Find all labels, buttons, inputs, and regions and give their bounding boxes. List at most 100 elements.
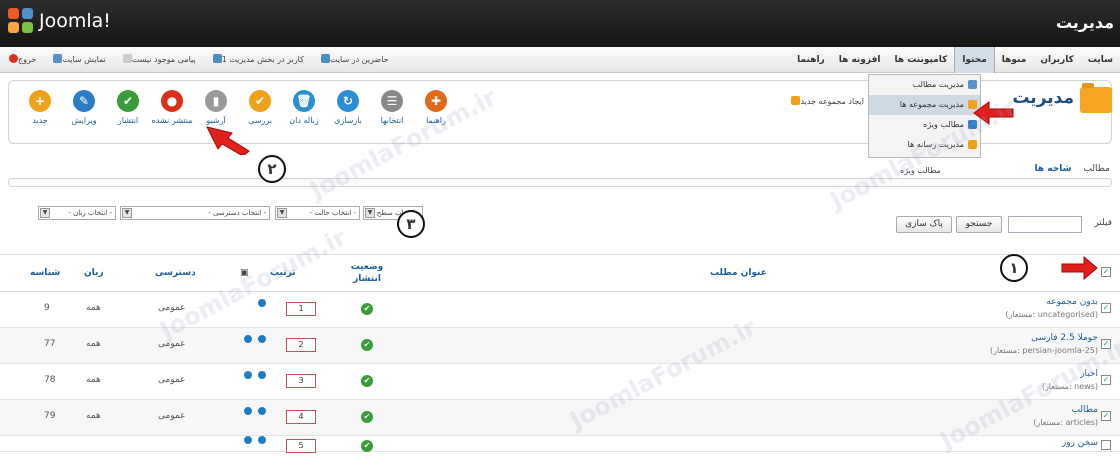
- col-access[interactable]: دسترسی: [155, 268, 196, 278]
- clear-button[interactable]: پاک سازی: [896, 216, 952, 233]
- col-title[interactable]: عنوان مطلب: [710, 268, 767, 278]
- submenu-tab[interactable]: شاخه ها: [1035, 164, 1072, 174]
- table-body: ✓ بدون مجموعه (مستعار: uncategorised) ✔ 1 عمو…: [0, 292, 1120, 453]
- row-checkbox[interactable]: ✓: [1101, 375, 1111, 385]
- menu-item[interactable]: راهنما: [790, 47, 832, 73]
- dropdown-item[interactable]: مطالب ویژه: [869, 115, 980, 135]
- published-icon[interactable]: ✔: [361, 440, 373, 452]
- arrow-up-icon[interactable]: [258, 371, 266, 379]
- submenu-tab[interactable]: مطالب: [1083, 164, 1110, 174]
- row-checkbox[interactable]: ✓: [1101, 339, 1111, 349]
- toolbar-button-label: منتشر نشده: [151, 116, 193, 125]
- col-ordering[interactable]: ترتیب: [270, 268, 296, 278]
- table-row[interactable]: ✓ بدون مجموعه (مستعار: uncategorised) ✔ 1 عمو…: [0, 292, 1120, 328]
- state-select[interactable]: ▼ - انتخاب حالت -: [275, 206, 360, 220]
- toolbar-button-label: بررسی: [248, 116, 272, 125]
- published-icon[interactable]: ✔: [361, 375, 373, 387]
- logout-label: خروج: [18, 55, 37, 64]
- row-id: 9: [44, 303, 50, 313]
- language-select[interactable]: ▼ - انتخاب زبان -: [38, 206, 116, 220]
- toolbar-button[interactable]: 🗑 زباله دان: [283, 90, 325, 125]
- menu-item[interactable]: کاربران: [1033, 47, 1081, 73]
- row-checkbox[interactable]: ✓: [1101, 303, 1111, 313]
- ordering-input[interactable]: 2: [286, 338, 316, 352]
- row-title-link[interactable]: بدون مجموعه: [1046, 297, 1098, 307]
- row-alias: (مستعار: persian-joomla-25): [989, 346, 1098, 355]
- row-access: عمومی: [158, 303, 186, 313]
- toolbar-button[interactable]: ☰ انتخابها: [371, 90, 413, 125]
- toolbar-button[interactable]: ✔ بررسی: [239, 90, 281, 125]
- dropdown-item[interactable]: مدیریت مجموعه ها: [869, 95, 980, 115]
- published-icon[interactable]: ✔: [361, 303, 373, 315]
- row-id: 78: [44, 375, 56, 385]
- toolbar-button[interactable]: ● منتشر نشده: [151, 90, 193, 125]
- search-button[interactable]: جستجو: [956, 216, 1002, 233]
- row-title-cell: بدون مجموعه (مستعار: uncategorised): [1005, 297, 1098, 319]
- callout-2: ۲: [258, 155, 286, 183]
- menu-item[interactable]: کامپوننت ها: [887, 47, 954, 73]
- view-site-link[interactable]: نمایش سایت: [50, 47, 106, 73]
- ordering-input[interactable]: 3: [286, 374, 316, 388]
- arrow-up-icon[interactable]: [258, 335, 266, 343]
- col-status[interactable]: وضعیت انتشار: [350, 261, 384, 285]
- toolbar-button[interactable]: ✎ ویرایش: [63, 90, 105, 125]
- filter-search-input[interactable]: [1008, 216, 1082, 233]
- filter-bar: فیلتر جستجو پاک سازی ▼- انتخاب سطح - ▼- …: [8, 204, 1112, 238]
- toolbar-button[interactable]: + جدید: [19, 90, 61, 125]
- published-icon[interactable]: ✔: [361, 339, 373, 351]
- save-order-icon[interactable]: ▣: [240, 268, 249, 278]
- logout-link[interactable]: خروج: [6, 47, 36, 73]
- row-checkbox[interactable]: [1101, 440, 1111, 450]
- folder-icon: [1080, 83, 1112, 113]
- row-checkbox[interactable]: ✓: [1101, 411, 1111, 421]
- ordering-input[interactable]: 5: [286, 439, 316, 453]
- messages-status[interactable]: پیامی موجود نیست: [120, 47, 196, 73]
- arrow-up-icon[interactable]: [258, 407, 266, 415]
- row-title-link[interactable]: مطالب: [1071, 405, 1098, 415]
- arrow-down-icon[interactable]: [244, 335, 252, 343]
- toolbar-button[interactable]: ▮ آرشیو: [195, 90, 237, 125]
- ordering-input[interactable]: 1: [286, 302, 316, 316]
- menu-item[interactable]: افزونه ها: [832, 47, 888, 73]
- arrow-down-icon[interactable]: [244, 407, 252, 415]
- table-row[interactable]: ✓ مطالب (مستعار: articles) ✔ 4 عمومی همه 79: [0, 400, 1120, 436]
- brand-name: Joomla!: [39, 10, 111, 32]
- table-row[interactable]: سخن روز ✔ 5: [0, 436, 1120, 453]
- row-title-link[interactable]: جوملا 2.5 فارسی: [1031, 333, 1098, 343]
- published-icon[interactable]: ✔: [361, 411, 373, 423]
- row-access: عمومی: [158, 375, 186, 385]
- categories-table: ✓ عنوان مطلب وضعیت انتشار ترتیب ▣ دسترسی…: [0, 254, 1120, 453]
- table-row[interactable]: ✓ اخبار (مستعار: news) ✔ 3 عمومی همه 78: [0, 364, 1120, 400]
- toolbar-button[interactable]: ✚ راهنما: [415, 90, 457, 125]
- access-select[interactable]: ▼ - انتخاب دسترسی -: [120, 206, 270, 220]
- top-header: Joomla! مدیریت: [0, 0, 1120, 47]
- col-language[interactable]: زبان: [84, 268, 104, 278]
- users-icon: [320, 54, 330, 63]
- row-title-link[interactable]: اخبار: [1080, 369, 1098, 379]
- ordering-input[interactable]: 4: [286, 410, 316, 424]
- row-title-link[interactable]: سخن روز: [1062, 438, 1098, 448]
- menu-item[interactable]: سایت: [1081, 47, 1120, 73]
- dropdown-item[interactable]: مدیریت مطالب: [869, 75, 980, 95]
- dropdown-item-label: مدیریت مجموعه ها: [899, 100, 964, 109]
- table-row[interactable]: ✓ جوملا 2.5 فارسی (مستعار: persian-joomla-…: [0, 328, 1120, 364]
- row-alias: (مستعار: uncategorised): [1005, 310, 1098, 319]
- toolbar-icon: 🗑: [293, 90, 315, 112]
- dropdown-item[interactable]: مدیریت رسانه ها: [869, 135, 980, 155]
- select-all-checkbox[interactable]: ✓: [1101, 267, 1111, 277]
- arrow-down-icon[interactable]: [244, 371, 252, 379]
- joomla-logo[interactable]: Joomla!: [8, 8, 111, 34]
- toolbar-button[interactable]: ↻ بازسازی: [327, 90, 369, 125]
- toolbar-button[interactable]: ✔ انتشار: [107, 90, 149, 125]
- menu-item[interactable]: منوها: [995, 47, 1034, 73]
- featured-articles-link[interactable]: مطالب ویژه: [900, 166, 941, 175]
- new-category-link[interactable]: ایجاد مجموعه جدید: [754, 96, 864, 106]
- row-language: همه: [86, 411, 101, 421]
- header-title: مدیریت: [1055, 13, 1114, 32]
- menu-item[interactable]: محتوا: [954, 47, 995, 73]
- col-id[interactable]: شناسه: [30, 268, 60, 278]
- row-language: همه: [86, 339, 101, 349]
- arrow-down-icon[interactable]: [244, 436, 252, 444]
- arrow-up-icon[interactable]: [258, 299, 266, 307]
- arrow-up-icon[interactable]: [258, 436, 266, 444]
